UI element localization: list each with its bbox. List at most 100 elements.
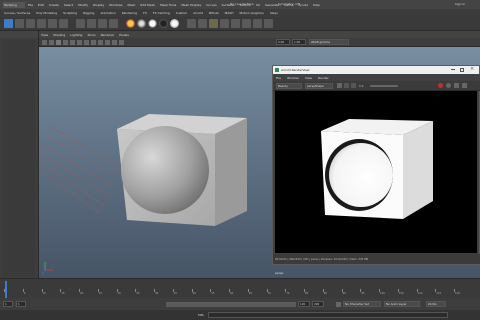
isolate-icon[interactable]: [91, 39, 96, 45]
inner-end-field[interactable]: 120: [298, 301, 310, 307]
shelf-tab[interactable]: Poly Modeling: [36, 11, 57, 15]
exposure-slider[interactable]: [369, 84, 398, 87]
time-slider[interactable]: 1510152025303540455055606570758085909510…: [0, 278, 480, 299]
outer-end-field[interactable]: 200: [312, 301, 324, 307]
shelf-tab[interactable]: Sculpting: [63, 11, 77, 15]
far-field[interactable]: 1.00: [292, 39, 306, 45]
camera-select-icon[interactable]: [42, 39, 47, 45]
shelf-tab[interactable]: Rigging: [83, 11, 94, 15]
menu-item[interactable]: Display: [93, 3, 104, 7]
render-view-icon[interactable]: [187, 19, 196, 28]
character-set-dropdown[interactable]: No Character Set: [343, 301, 381, 307]
mesh-light-icon[interactable]: [242, 19, 251, 28]
panel-content[interactable]: [2, 40, 35, 276]
alpha-channel-icon[interactable]: [344, 83, 349, 88]
render-view-menu-item[interactable]: File: [276, 76, 281, 80]
range-bar[interactable]: [166, 301, 296, 307]
xray-icon[interactable]: [84, 39, 89, 45]
lights-icon[interactable]: [70, 39, 75, 45]
render-view-menu-item[interactable]: View: [305, 76, 312, 80]
shelf-tab[interactable]: FX: [143, 11, 147, 15]
shelf-tab[interactable]: Custom: [176, 11, 188, 15]
viewport-menu-item[interactable]: Lighting: [70, 33, 82, 37]
select-tool-icon[interactable]: [4, 19, 13, 28]
settings-icon[interactable]: [461, 83, 467, 88]
anim-layer-dropdown[interactable]: No Anim Layer: [384, 301, 420, 307]
snapshot-icon[interactable]: [453, 83, 459, 88]
light-icon[interactable]: [209, 19, 218, 28]
rgb-channel-icon[interactable]: [337, 83, 342, 88]
viewport-menu-item[interactable]: Shading: [53, 33, 65, 37]
aov-dropdown[interactable]: Beauty: [276, 82, 302, 89]
exposure-icon[interactable]: [119, 39, 124, 45]
viewport-menu-item[interactable]: Panels: [119, 33, 129, 37]
texture-icon[interactable]: [63, 39, 68, 45]
scale-tool-icon[interactable]: [59, 19, 68, 28]
shelf-tab[interactable]: Rendering: [122, 11, 137, 15]
paint-select-icon[interactable]: [26, 19, 35, 28]
snap-curve-icon[interactable]: [87, 19, 96, 28]
color-space-dropdown[interactable]: sRGB gamma: [309, 39, 349, 45]
menu-item[interactable]: Create: [49, 3, 59, 7]
resolution-gate-icon[interactable]: [112, 39, 117, 45]
shelf-tab[interactable]: MASH: [225, 11, 234, 15]
shelf-tab[interactable]: Motion Graphics: [239, 11, 263, 15]
hypershade-icon[interactable]: [159, 19, 168, 28]
area-light-icon[interactable]: [231, 19, 240, 28]
render-view-titlebar[interactable]: Arnold RenderView ×: [273, 66, 479, 74]
menu-item[interactable]: Mesh Tools: [160, 3, 176, 7]
shelf-tab[interactable]: Bifrost: [209, 11, 219, 15]
viewport-menu-item[interactable]: View: [41, 33, 48, 37]
wireframe-icon[interactable]: [49, 39, 54, 45]
live-surface-label[interactable]: No Live Surface: [230, 2, 254, 6]
near-field[interactable]: 0.00: [276, 39, 290, 45]
start-frame-field[interactable]: 1: [3, 301, 13, 307]
move-tool-icon[interactable]: [37, 19, 46, 28]
render-image[interactable]: [275, 91, 477, 253]
menu-item[interactable]: Edit Mesh: [140, 3, 155, 7]
inner-start-field[interactable]: 1: [16, 301, 26, 307]
menu-item[interactable]: Mesh: [128, 3, 136, 7]
shelf-tab[interactable]: Curves / Surfaces: [4, 11, 30, 15]
standin-icon[interactable]: [253, 19, 262, 28]
minimize-icon[interactable]: [451, 69, 455, 70]
render-settings-icon[interactable]: [148, 19, 157, 28]
menu-item[interactable]: UV: [256, 3, 260, 7]
shelf-tab[interactable]: Animation: [100, 11, 115, 15]
fps-dropdown[interactable]: 24 fps: [426, 301, 446, 307]
render-view-menu-item[interactable]: Window: [287, 76, 299, 80]
menu-item[interactable]: Help: [313, 3, 320, 7]
ipr-render-icon[interactable]: [137, 19, 146, 28]
snap-view-icon[interactable]: [109, 19, 118, 28]
menu-item[interactable]: Windows: [109, 3, 122, 7]
stop-render-icon[interactable]: [437, 83, 443, 88]
playhead[interactable]: [5, 281, 7, 298]
shadows-icon[interactable]: [77, 39, 82, 45]
viewport-menu-item[interactable]: Show: [87, 33, 95, 37]
render-frame-icon[interactable]: [126, 19, 135, 28]
snap-point-icon[interactable]: [98, 19, 107, 28]
camera-dropdown[interactable]: perspShape: [305, 82, 333, 89]
film-gate-icon[interactable]: [105, 39, 110, 45]
menu-item[interactable]: Curves: [206, 3, 216, 7]
sky-dome-icon[interactable]: [220, 19, 229, 28]
refresh-render-icon[interactable]: [445, 83, 451, 88]
workspace-dropdown[interactable]: Modeling: [3, 1, 25, 8]
menu-item[interactable]: Modify: [78, 3, 88, 7]
close-icon[interactable]: ×: [470, 66, 474, 72]
menu-item[interactable]: Select: [64, 3, 73, 7]
rotate-tool-icon[interactable]: [48, 19, 57, 28]
menu-item[interactable]: Mesh Display: [181, 3, 201, 7]
camera-icon[interactable]: [198, 19, 207, 28]
region-icon[interactable]: [351, 83, 356, 88]
viewport-menu-item[interactable]: Renderer: [101, 33, 115, 37]
menu-item[interactable]: Edit: [38, 3, 44, 7]
signin-button[interactable]: Sign In: [455, 2, 465, 6]
volume-icon[interactable]: [264, 19, 273, 28]
command-language-label[interactable]: MEL: [198, 313, 204, 317]
shelf-tab[interactable]: FX Caching: [153, 11, 170, 15]
menu-item[interactable]: Generate: [265, 3, 279, 7]
command-input[interactable]: [208, 312, 449, 318]
shelf-tab[interactable]: Arnold: [193, 11, 203, 15]
render-view-menu-item[interactable]: Render: [318, 76, 329, 80]
